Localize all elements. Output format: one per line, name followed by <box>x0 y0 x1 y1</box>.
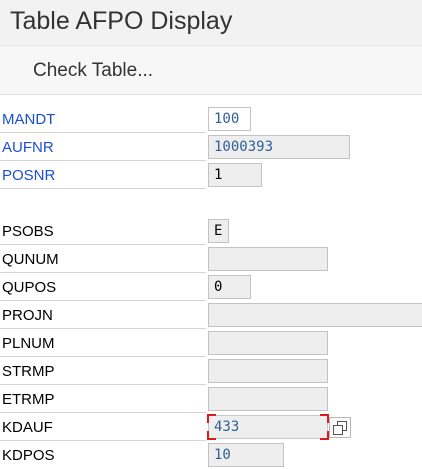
value-help-button[interactable] <box>329 417 351 438</box>
field-row-qupos: QUPOS 0 <box>0 273 422 301</box>
field-label-kdpos: KDPOS <box>2 447 55 464</box>
field-row-strmp: STRMP <box>0 357 422 385</box>
field-label-psobs: PSOBS <box>2 223 54 240</box>
field-label-projn: PROJN <box>2 307 53 324</box>
field-label-aufnr: AUFNR <box>2 139 54 156</box>
field-label-plnum: PLNUM <box>2 335 55 352</box>
field-label-kdauf: KDAUF <box>2 419 53 436</box>
field-row-qunum: QUNUM <box>0 245 422 273</box>
focus-corner <box>320 431 329 440</box>
field-label-posnr: POSNR <box>2 167 56 184</box>
field-value-mandt[interactable]: 100 <box>208 107 251 131</box>
focus-corner <box>207 414 216 423</box>
field-label-mandt: MANDT <box>2 111 56 128</box>
field-label-strmp: STRMP <box>2 363 55 380</box>
field-value-psobs[interactable]: E <box>208 219 229 243</box>
field-row-plnum: PLNUM <box>0 329 422 357</box>
field-row-aufnr: AUFNR 1000393 <box>0 133 422 161</box>
page-title: Table AFPO Display <box>10 7 233 35</box>
field-value-posnr[interactable]: 1 <box>208 163 262 187</box>
field-row-kdpos: KDPOS 10 <box>0 441 422 469</box>
focus-corner <box>207 431 216 440</box>
value-help-icon <box>333 421 347 435</box>
field-value-plnum[interactable] <box>208 331 328 355</box>
row-divider <box>0 188 206 189</box>
field-value-qupos[interactable]: 0 <box>208 275 251 299</box>
focus-corner <box>320 414 329 423</box>
field-label-etrmp: ETRMP <box>2 391 55 408</box>
field-value-kdauf[interactable]: 433 <box>207 414 329 440</box>
field-row-etrmp: ETRMP <box>0 385 422 413</box>
field-value-kdpos[interactable]: 10 <box>208 443 284 467</box>
field-value-strmp[interactable] <box>208 359 328 383</box>
field-row-posnr: POSNR 1 <box>0 161 422 189</box>
application-toolbar: Check Table... <box>0 46 422 95</box>
field-value-projn[interactable] <box>208 303 422 327</box>
field-row-psobs: PSOBS E <box>0 217 422 245</box>
field-label-qunum: QUNUM <box>2 251 59 268</box>
field-label-qupos: QUPOS <box>2 279 57 296</box>
field-value-kdauf-text: 433 <box>214 419 240 435</box>
field-value-qunum[interactable] <box>208 247 328 271</box>
title-bar: Table AFPO Display <box>0 0 422 46</box>
field-value-aufnr[interactable]: 1000393 <box>208 135 350 159</box>
check-table-button[interactable]: Check Table... <box>33 60 153 82</box>
field-value-etrmp[interactable] <box>208 387 328 411</box>
field-row-kdauf: KDAUF 433 <box>0 413 422 441</box>
field-row-mandt: MANDT 100 <box>0 105 422 133</box>
field-row-projn: PROJN <box>0 301 422 329</box>
